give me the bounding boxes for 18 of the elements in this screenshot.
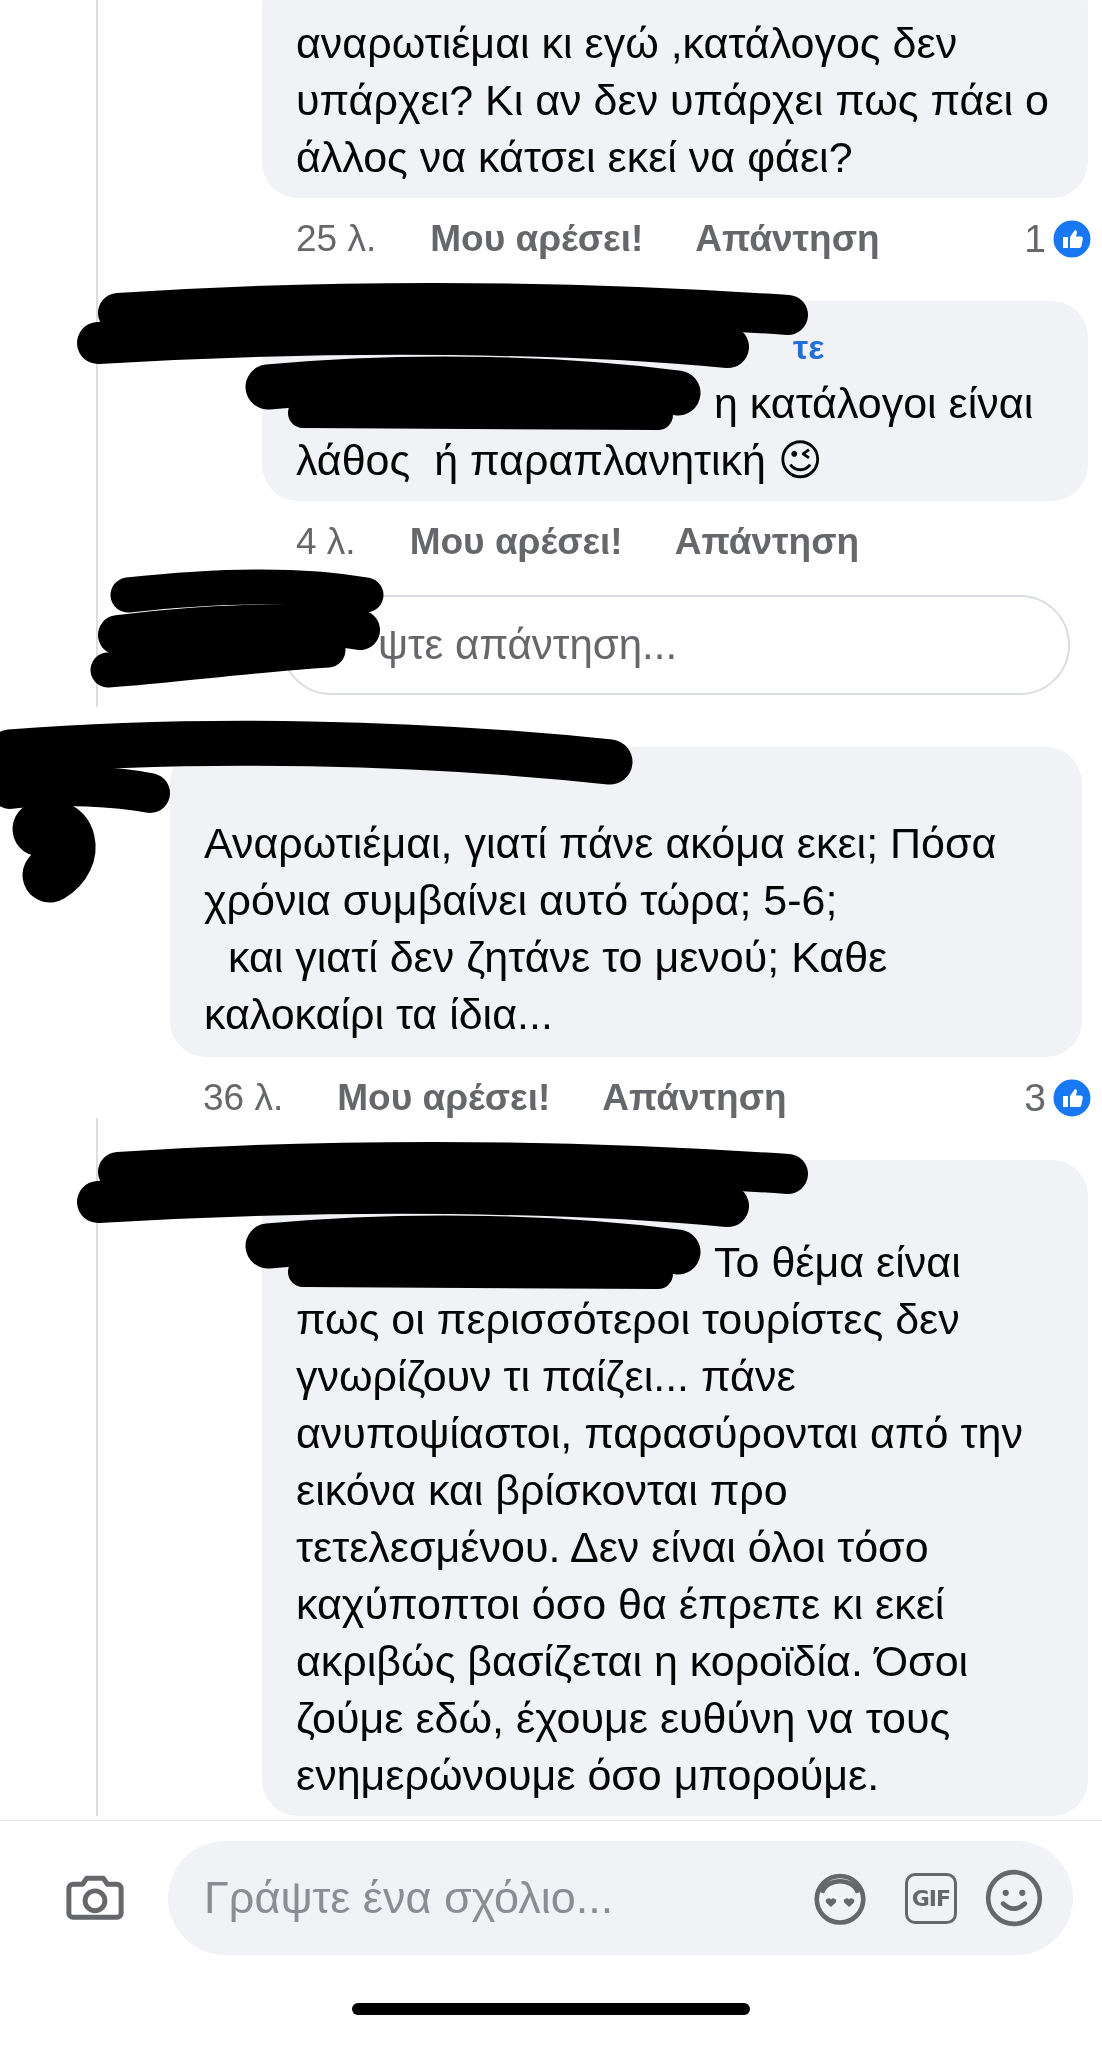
like-link[interactable]: Μου αρέσει!	[409, 521, 623, 563]
comment-time: 4 λ.	[296, 521, 356, 563]
comment-text: η κατάλογοι είναι λάθος ή παραπλανητική 😉	[296, 379, 1035, 484]
reaction-count: 3	[1024, 1076, 1046, 1120]
like-link[interactable]: Μου αρέσει!	[337, 1077, 551, 1119]
comment-text: Το θέμα είναι πως οι περισσότεροι τουρίστες δεν γνωρίζουν τι παίζει... πάνε ανυποψίαστοι, παρασύρονται από την εικόνα και βρίσκονται προ τετελεσμένου. Δεν είναι όλοι τόσο καχύποπτοι όσο θα έπρεπε κι εκεί ακριβώς βασίζεται η κοροϊδία. Όσοι ζούμε εδώ, έχουμε ευθύνη να τους ενημερώνουμε όσο μπορούμε.	[296, 1238, 1024, 1799]
like-link[interactable]: Μου αρέσει!	[430, 218, 644, 260]
reply-link[interactable]: Απάντηση	[602, 1077, 787, 1119]
comment-text: Αναρωτιέμαι, γιατί πάνε ακόμα εκει; Πόσα χρόνια συμβαίνει αυτό τώρα; 5-6; και γιατί δεν ζητάνε το μενού; Καθε καλοκαίρι τα ίδια...	[204, 819, 998, 1038]
comment-time: 25 λ.	[296, 218, 377, 260]
comment-time: 36 λ.	[203, 1077, 284, 1119]
author-name[interactable]: τε	[793, 328, 825, 367]
comment-field[interactable]: Γράψτε ένα σχόλιο... GIF	[168, 1841, 1073, 1955]
reply-link[interactable]: Απάντηση	[674, 521, 860, 563]
gif-button[interactable]: GIF	[904, 1872, 957, 1924]
reaction-count: 1	[1024, 217, 1046, 261]
comment-text: αναρωτιέμαι κι εγώ ,κατάλογος δεν υπάρχει? Κι αν δεν υπάρχει πως πάει ο άλλος να κάτσει εκεί να φάει?	[296, 19, 1051, 181]
reply-link[interactable]: Απάντηση	[695, 218, 880, 260]
